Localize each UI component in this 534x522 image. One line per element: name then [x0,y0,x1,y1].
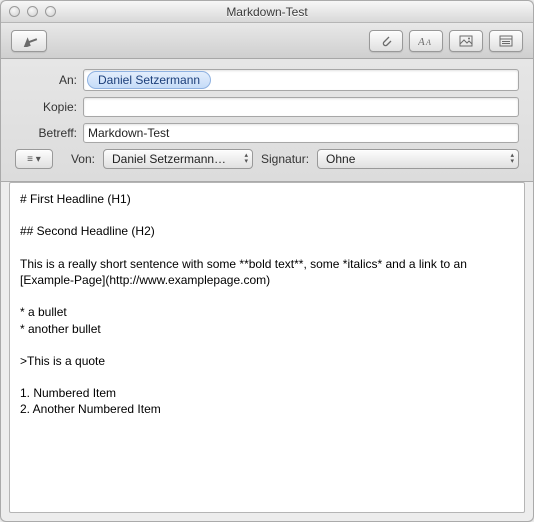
compose-window: Markdown-Test AA An: Danie [0,0,534,522]
stationery-button[interactable] [489,30,523,52]
stationery-icon [499,35,513,47]
header-fields: An: Daniel Setzermann Kopie: Betreff: ≡ … [1,59,533,182]
toolbar: AA [1,23,533,59]
fonts-icon: AA [418,35,434,47]
chevron-updown-icon: ▴▾ [510,153,514,165]
subject-label: Betreff: [15,126,83,140]
close-icon[interactable] [9,6,20,17]
zoom-icon[interactable] [45,6,56,17]
svg-text:A: A [425,38,431,47]
minimize-icon[interactable] [27,6,38,17]
from-value: Daniel Setzermann… [112,152,226,166]
message-body[interactable]: # First Headline (H1) ## Second Headline… [9,182,525,513]
traffic-lights [1,6,56,17]
recipient-token[interactable]: Daniel Setzermann [87,71,211,89]
svg-text:A: A [418,36,425,47]
send-button[interactable] [11,30,47,52]
to-label: An: [15,73,83,87]
attach-button[interactable] [369,30,403,52]
paperclip-icon [379,34,393,48]
signature-value: Ohne [326,152,355,166]
signature-popup[interactable]: Ohne ▴▾ [317,149,519,169]
cc-field[interactable] [83,97,519,117]
signature-label: Signatur: [261,152,309,166]
cc-label: Kopie: [15,100,83,114]
header-options-button[interactable]: ≡ ▾ [15,149,53,169]
window-title: Markdown-Test [1,5,533,19]
titlebar[interactable]: Markdown-Test [1,1,533,23]
from-popup[interactable]: Daniel Setzermann… ▴▾ [103,149,253,169]
photo-icon [459,35,473,47]
photo-button[interactable] [449,30,483,52]
chevron-updown-icon: ▴▾ [244,153,248,165]
fonts-button[interactable]: AA [409,30,443,52]
send-icon [20,35,38,47]
from-label: Von: [61,152,95,166]
list-icon: ≡ ▾ [27,154,41,165]
subject-field[interactable] [83,123,519,143]
to-field[interactable]: Daniel Setzermann [83,69,519,91]
